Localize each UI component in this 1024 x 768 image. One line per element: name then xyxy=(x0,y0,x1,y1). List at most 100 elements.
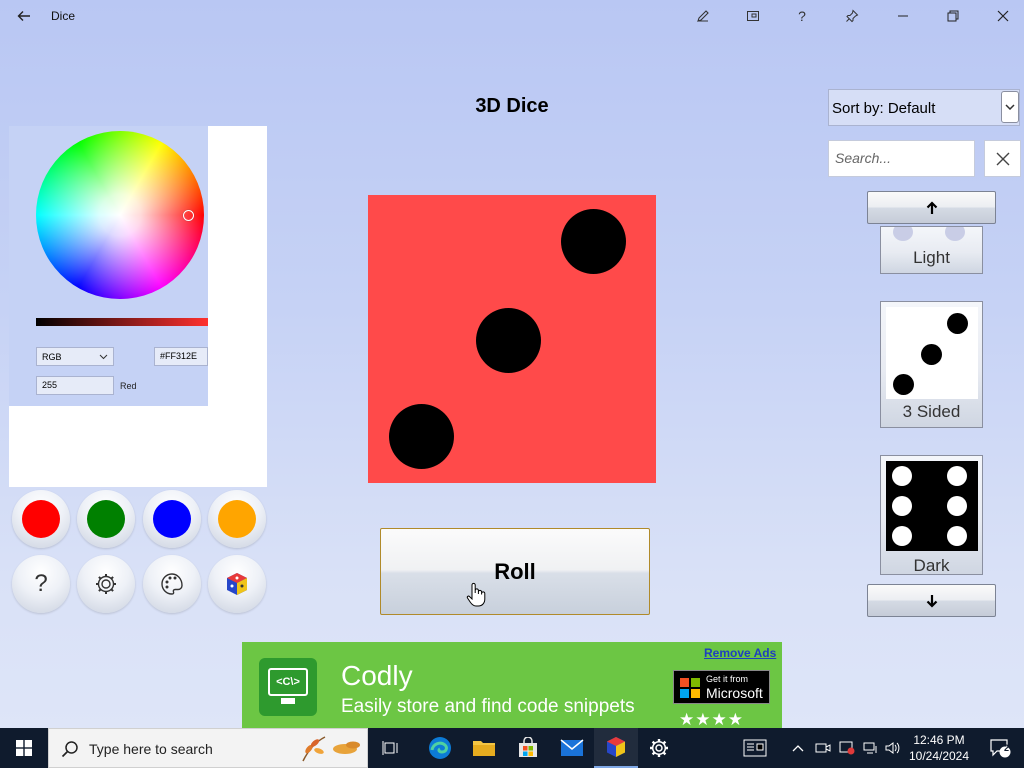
taskbar-search[interactable]: Type here to search xyxy=(48,728,368,768)
roll-button[interactable]: Roll xyxy=(380,528,650,615)
close-icon xyxy=(997,10,1009,22)
pin-icon xyxy=(846,9,859,23)
sort-dropdown-button[interactable] xyxy=(1001,91,1019,123)
folder-icon xyxy=(473,741,495,756)
store-badge-line1: Get it from xyxy=(706,674,749,684)
theme-card-dark[interactable]: Dark xyxy=(880,455,983,575)
help-icon: ? xyxy=(34,570,48,597)
remove-ads-link[interactable]: Remove Ads xyxy=(704,646,776,660)
back-icon xyxy=(17,11,30,21)
die-face[interactable] xyxy=(368,195,656,483)
dice-app-icon xyxy=(607,737,625,757)
swatch-orange xyxy=(218,500,256,538)
search-input[interactable]: Search... xyxy=(828,140,975,177)
chevron-down-icon xyxy=(1005,104,1015,110)
color-wheel-selector[interactable] xyxy=(183,210,194,221)
tray-volume-button[interactable] xyxy=(882,728,904,768)
tray-security-button[interactable] xyxy=(836,728,858,768)
gear-icon xyxy=(96,574,116,594)
die-pip xyxy=(893,227,913,241)
taskbar-file-explorer[interactable] xyxy=(462,728,506,768)
theme-button[interactable] xyxy=(143,555,201,613)
close-icon xyxy=(996,152,1009,165)
ad-title: Codly xyxy=(341,660,413,691)
codly-logo: <C\> xyxy=(259,658,317,716)
die-preview xyxy=(886,307,978,399)
taskbar-edge[interactable] xyxy=(418,728,462,768)
chevron-up-icon xyxy=(792,745,804,752)
arrow-up-icon xyxy=(926,200,937,214)
scroll-up-button[interactable] xyxy=(867,191,996,224)
page-title: 3D Dice xyxy=(475,95,549,117)
die-pip xyxy=(945,227,965,241)
minimize-icon xyxy=(898,15,908,17)
start-button[interactable] xyxy=(2,728,46,768)
store-icon xyxy=(519,737,537,757)
swatch-orange-button[interactable] xyxy=(208,490,266,548)
die-pip xyxy=(921,344,942,365)
settings-button[interactable] xyxy=(77,555,135,613)
die-pip xyxy=(947,466,967,486)
tray-meet-button[interactable] xyxy=(812,728,834,768)
theme-card-3-sided[interactable]: 3 Sided xyxy=(880,301,983,428)
windows-logo-icon xyxy=(16,740,32,756)
swatch-blue-button[interactable] xyxy=(143,490,201,548)
color-wheel[interactable] xyxy=(36,131,204,299)
speaker-icon xyxy=(885,742,900,754)
color-mode-select[interactable]: RGB xyxy=(36,347,114,366)
minimize-button[interactable] xyxy=(879,0,927,32)
taskbar-dice-app[interactable] xyxy=(594,728,638,768)
news-widget-button[interactable] xyxy=(733,728,777,768)
task-view-icon xyxy=(382,741,398,755)
compact-overlay-button[interactable] xyxy=(729,0,777,32)
die-pip xyxy=(893,374,914,395)
dice-app-logo-icon xyxy=(227,573,247,595)
close-button[interactable] xyxy=(979,0,1024,32)
taskbar-settings[interactable] xyxy=(637,728,681,768)
sort-select[interactable]: Sort by: Default xyxy=(828,89,1020,126)
scroll-down-button[interactable] xyxy=(867,584,996,617)
codly-logo-text: <C\> xyxy=(268,668,308,696)
taskbar: Type here to search 12:46 PM 10/24/2024 … xyxy=(0,728,1024,768)
theme-card-label: Dark xyxy=(913,556,950,575)
taskbar-clock[interactable]: 12:46 PM 10/24/2024 xyxy=(903,732,975,764)
back-button[interactable] xyxy=(0,0,48,32)
rating-stars: ★★★★ xyxy=(679,710,744,728)
clock-date: 10/24/2024 xyxy=(908,749,970,763)
swatch-blue xyxy=(153,500,191,538)
clear-search-button[interactable] xyxy=(984,140,1021,177)
autumn-leaves-icon xyxy=(302,736,360,762)
swatch-red-button[interactable] xyxy=(12,490,70,548)
tray-network-button[interactable] xyxy=(860,728,882,768)
task-view-button[interactable] xyxy=(369,728,413,768)
pin-button[interactable] xyxy=(828,0,876,32)
ad-banner[interactable]: <C\> Codly Easily store and find code sn… xyxy=(242,642,782,728)
swatch-green-button[interactable] xyxy=(77,490,135,548)
taskbar-search-placeholder: Type here to search xyxy=(89,741,213,757)
die-pip xyxy=(947,496,967,516)
help-button[interactable]: ? xyxy=(12,555,70,613)
die-preview xyxy=(886,461,978,551)
brightness-slider[interactable] xyxy=(36,318,208,326)
theme-card-light[interactable]: Light xyxy=(880,226,983,274)
taskbar-mail[interactable] xyxy=(550,728,594,768)
color-mode-value: RGB xyxy=(42,351,62,362)
shield-warning-icon xyxy=(839,741,855,755)
hex-input[interactable]: #FF312E xyxy=(154,347,208,366)
news-icon xyxy=(743,739,767,757)
help-title-button[interactable]: ? xyxy=(778,0,826,32)
theme-card-label: Light xyxy=(913,248,950,267)
channel-value-input[interactable]: 255 xyxy=(36,376,114,395)
taskbar-store[interactable] xyxy=(506,728,550,768)
app-logo-button[interactable] xyxy=(208,555,266,613)
show-hidden-icons-button[interactable] xyxy=(788,728,808,768)
edge-icon xyxy=(429,737,451,759)
die-pip xyxy=(947,526,967,546)
notification-center-button[interactable]: 2 xyxy=(978,728,1022,768)
hand-cursor-icon xyxy=(466,582,486,607)
edit-button[interactable] xyxy=(679,0,727,32)
die-pip xyxy=(947,313,968,334)
microsoft-store-badge[interactable]: Get it from Microsoft xyxy=(673,670,770,704)
roll-label: Roll xyxy=(494,558,536,584)
restore-button[interactable] xyxy=(929,0,977,32)
